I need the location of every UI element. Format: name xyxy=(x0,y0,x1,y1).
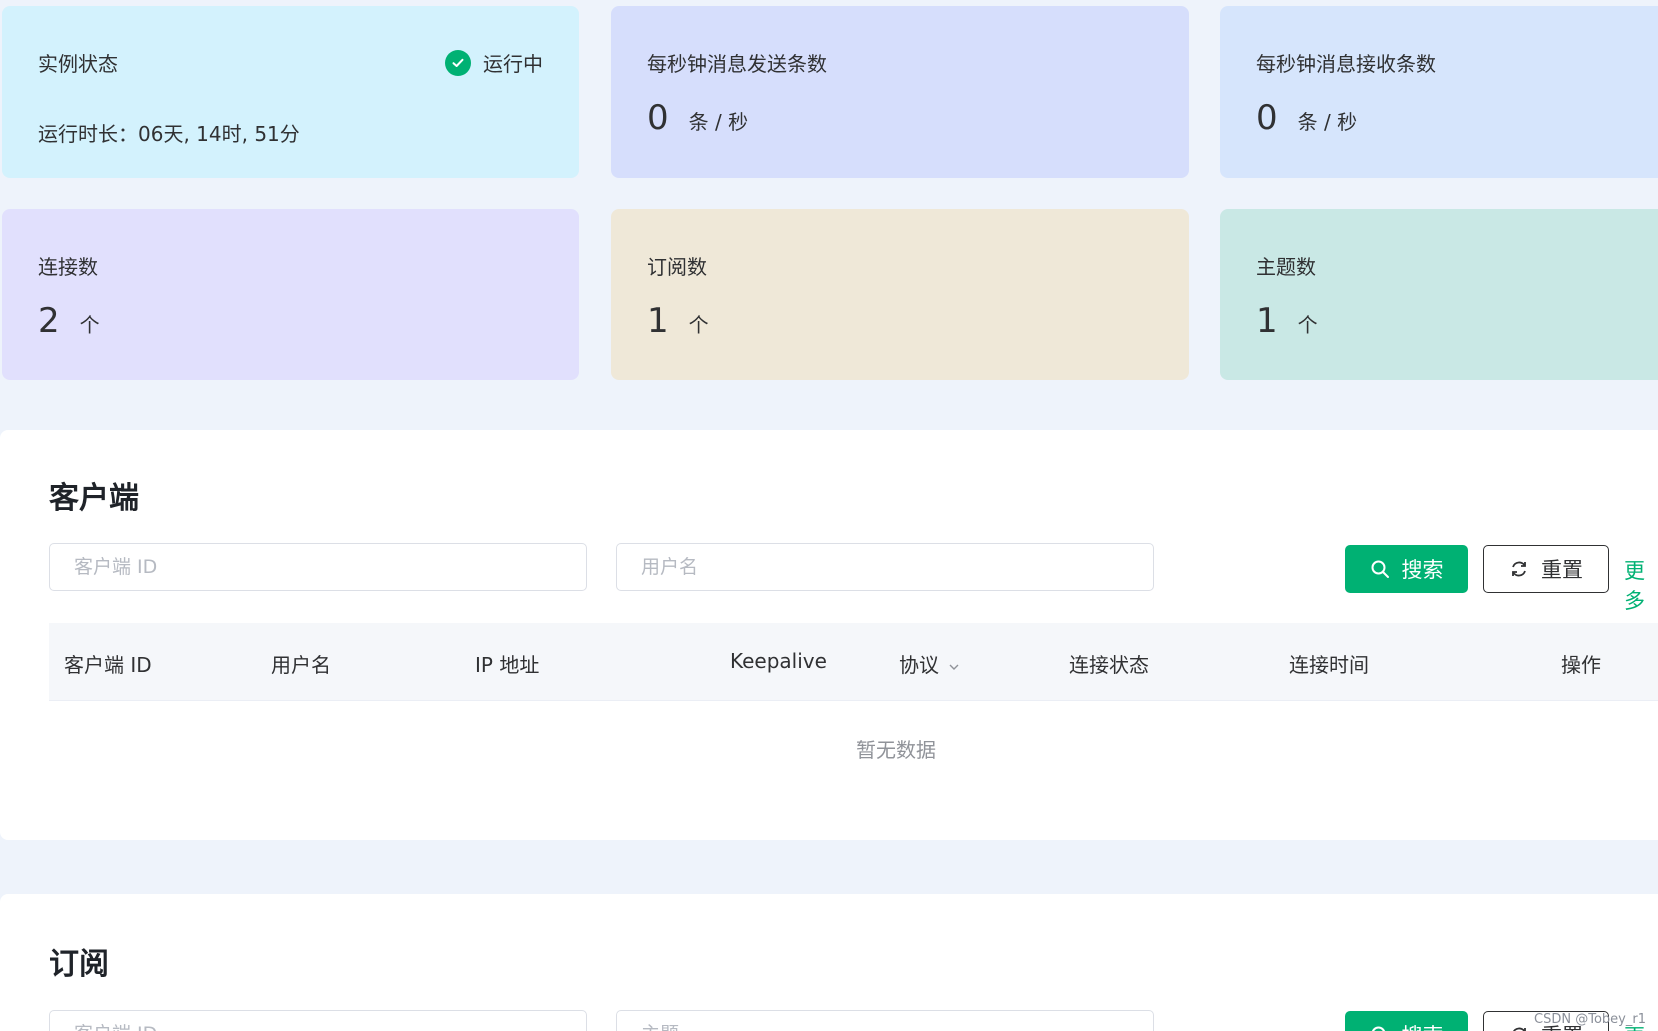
subscriptions-value: 1 xyxy=(647,301,669,341)
send-rate-card: 每秒钟消息发送条数 0 条 / 秒 xyxy=(611,6,1189,178)
subscriptions-search-button[interactable]: 搜索 xyxy=(1345,1011,1468,1031)
topics-card: 主题数 1 个 xyxy=(1220,209,1658,380)
clients-search-button[interactable]: 搜索 xyxy=(1345,545,1468,593)
connections-card: 连接数 2 个 xyxy=(2,209,579,380)
username-search-input[interactable] xyxy=(616,543,1154,591)
subscription-client-id-input[interactable] xyxy=(49,1010,587,1031)
refresh-icon xyxy=(1509,559,1529,579)
clients-search-label: 搜索 xyxy=(1401,558,1444,582)
client-id-search-input[interactable] xyxy=(49,543,587,591)
column-keepalive: Keepalive xyxy=(730,649,827,673)
uptime-text: 运行时长：06天, 14时, 51分 xyxy=(38,122,300,146)
search-icon xyxy=(1370,559,1390,579)
column-actions: 操作 xyxy=(1561,653,1601,677)
receive-rate-value-group: 0 条 / 秒 xyxy=(1256,98,1357,138)
subscriptions-label: 订阅数 xyxy=(647,255,707,279)
subscriptions-value-group: 1 个 xyxy=(647,301,709,341)
subscriptions-search-label: 搜索 xyxy=(1402,1020,1444,1031)
send-rate-label: 每秒钟消息发送条数 xyxy=(647,52,827,76)
subscriptions-card: 订阅数 1 个 xyxy=(611,209,1189,380)
receive-rate-unit: 条 / 秒 xyxy=(1297,110,1358,134)
clients-more-link[interactable]: 更多 xyxy=(1624,555,1658,615)
connections-label: 连接数 xyxy=(38,255,98,279)
instance-status-label: 实例状态 xyxy=(38,52,118,76)
status-text: 运行中 xyxy=(483,52,543,76)
connections-value: 2 xyxy=(38,301,60,341)
receive-rate-label: 每秒钟消息接收条数 xyxy=(1256,52,1436,76)
refresh-icon xyxy=(1509,1025,1529,1031)
topics-label: 主题数 xyxy=(1256,255,1316,279)
subscriptions-unit: 个 xyxy=(688,313,709,337)
clients-empty-text: 暂无数据 xyxy=(856,738,936,762)
instance-status-card: 实例状态 运行中 运行时长：06天, 14时, 51分 xyxy=(2,6,579,178)
watermark: CSDN @Tobey_r1 xyxy=(1534,1012,1646,1027)
chevron-down-icon xyxy=(948,653,960,677)
connections-value-group: 2 个 xyxy=(38,301,100,341)
column-protocol-label: 协议 xyxy=(899,653,939,677)
clients-reset-button[interactable]: 重置 xyxy=(1483,545,1609,593)
subscription-topic-input[interactable] xyxy=(616,1010,1154,1031)
send-rate-value-group: 0 条 / 秒 xyxy=(647,98,748,138)
status-indicator: 运行中 xyxy=(445,48,543,77)
receive-rate-card: 每秒钟消息接收条数 0 条 / 秒 xyxy=(1220,6,1658,178)
topics-value: 1 xyxy=(1256,301,1278,341)
connections-unit: 个 xyxy=(79,313,100,337)
send-rate-value: 0 xyxy=(647,98,669,138)
column-client-id: 客户端 ID xyxy=(64,653,152,677)
subscriptions-title: 订阅 xyxy=(49,947,109,982)
check-circle-icon xyxy=(445,49,471,76)
clients-table-header: 客户端 ID 用户名 IP 地址 Keepalive 协议 连接状态 连接时间 … xyxy=(49,623,1658,701)
topics-unit: 个 xyxy=(1297,313,1318,337)
search-icon xyxy=(1370,1025,1390,1031)
topics-value-group: 1 个 xyxy=(1256,301,1318,341)
column-connection-time: 连接时间 xyxy=(1289,653,1369,677)
column-protocol[interactable]: 协议 xyxy=(899,649,960,678)
column-username: 用户名 xyxy=(271,653,331,677)
receive-rate-value: 0 xyxy=(1256,98,1278,138)
column-ip-address: IP 地址 xyxy=(475,653,540,677)
clients-reset-label: 重置 xyxy=(1541,558,1583,582)
column-connection-status: 连接状态 xyxy=(1069,653,1149,677)
send-rate-unit: 条 / 秒 xyxy=(688,110,749,134)
clients-title: 客户端 xyxy=(49,481,139,516)
